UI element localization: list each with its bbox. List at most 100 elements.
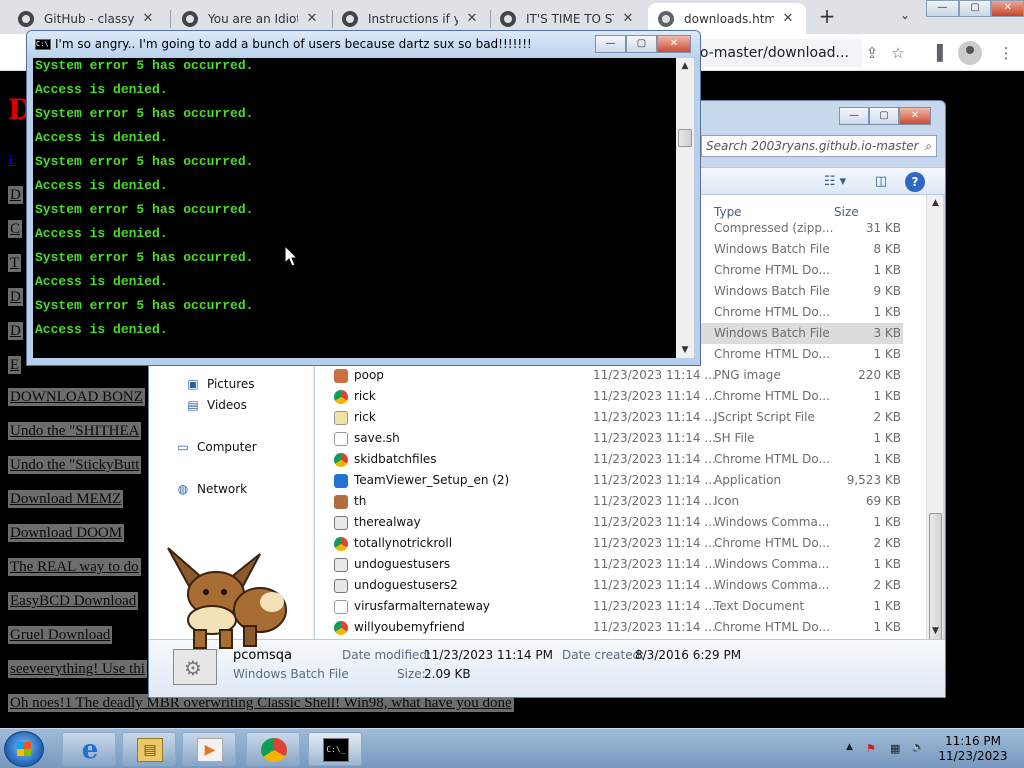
file-row[interactable]: rick 11/23/2023 11:14 ... JScript Script F… <box>331 407 903 428</box>
search-icon[interactable]: ⌕ <box>925 136 932 156</box>
close-button[interactable]: ✕ <box>657 35 691 53</box>
download-link[interactable]: D <box>8 288 23 306</box>
file-type: Windows Comma... <box>714 578 830 592</box>
nav-item-computer[interactable]: ▭ Computer <box>175 440 256 454</box>
new-tab-button[interactable]: + <box>816 6 838 28</box>
help-icon[interactable]: ? <box>905 172 925 192</box>
file-row[interactable]: th 11/23/2023 11:14 ... Icon 69 KB <box>331 491 903 512</box>
download-link[interactable]: The REAL way to do <box>8 558 141 576</box>
download-link[interactable]: D <box>8 186 23 204</box>
file-name: willyoubemyfriend <box>354 620 465 634</box>
show-hidden-icons-icon[interactable]: ▲ <box>846 742 853 752</box>
download-link[interactable]: Undo the "StickyButt <box>8 456 142 474</box>
share-icon[interactable]: ⇪ <box>862 43 882 63</box>
file-row[interactable]: therealway 11/23/2023 11:14 ... Windows Co… <box>331 512 903 533</box>
taskbar-command-prompt[interactable]: C:\_ <box>308 732 362 766</box>
close-icon[interactable]: ✕ <box>304 11 320 26</box>
minimize-button[interactable]: — <box>595 35 626 53</box>
close-button[interactable]: ✕ <box>991 0 1024 17</box>
file-icon <box>334 621 348 635</box>
scroll-up-icon[interactable]: ▲ <box>676 58 694 74</box>
tab-title: You are an Idiot! ( <box>208 11 298 26</box>
clock-date: 11/23/2023 <box>938 749 1008 763</box>
console-output[interactable]: System error 5 has occurred. Access is d… <box>33 58 676 358</box>
detail-file-type: Windows Batch File <box>233 667 349 681</box>
close-icon[interactable]: ✕ <box>780 11 796 26</box>
nav-item-pictures[interactable]: ▣ Pictures <box>185 377 254 391</box>
cmd-title-bar[interactable]: C:\ I'm so angry.. I'm going to add a bu… <box>27 31 700 57</box>
maximize-button[interactable]: ▢ <box>958 0 992 17</box>
file-name: undoguestusers <box>354 557 451 571</box>
scroll-up-icon[interactable]: ▲ <box>927 195 944 211</box>
nav-item-network[interactable]: ◍ Network <box>175 482 247 496</box>
close-icon[interactable]: ✕ <box>620 11 636 26</box>
download-link[interactable]: Download MEMZ <box>8 490 124 508</box>
taskbar: e ▤ ▶ C:\_ ▲ ⚑ ▦ 🔈 11:16 PM 11/23/2023 <box>0 728 1024 768</box>
start-button[interactable] <box>4 731 44 767</box>
file-type: Chrome HTML Do... <box>714 347 830 361</box>
system-clock[interactable]: 11:16 PM 11/23/2023 <box>928 734 1018 764</box>
kebab-menu-icon[interactable]: ⋮ <box>996 43 1016 63</box>
download-link[interactable]: D <box>8 322 23 340</box>
console-scrollbar[interactable]: ▲ ▼ <box>676 58 694 358</box>
file-row[interactable]: undoguestusers 11/23/2023 11:14 ... Window… <box>331 554 903 575</box>
file-row[interactable]: undoguestusers2 11/23/2023 11:14 ... Windo… <box>331 575 903 596</box>
github-icon <box>18 10 34 27</box>
tab-title: IT'S TIME TO STOP <box>526 11 614 26</box>
file-list-scrollbar[interactable]: ▲ ▼ <box>926 195 944 697</box>
file-row[interactable]: willyoubemyfriend 11/23/2023 11:14 ... Chr… <box>331 617 903 638</box>
taskbar-media-player[interactable]: ▶ <box>182 732 236 766</box>
maximize-button[interactable]: ▢ <box>869 107 899 125</box>
file-row[interactable]: save.sh 11/23/2023 11:14 ... SH File 1 KB <box>331 428 903 449</box>
taskbar-file-explorer[interactable]: ▤ <box>122 732 176 766</box>
download-link[interactable]: T <box>8 254 22 272</box>
side-panel-icon[interactable]: ▐ <box>927 43 947 63</box>
file-row[interactable]: poop 11/23/2023 11:14 ... PNG image 220 KB <box>331 365 903 386</box>
nav-item-videos[interactable]: ▤ Videos <box>185 398 247 412</box>
file-size: 1 KB <box>873 431 901 445</box>
detail-modified-value: 11/23/2023 11:14 PM <box>424 648 553 662</box>
download-link[interactable]: Gruel Download <box>8 626 113 644</box>
network-icon[interactable]: ▦ <box>890 742 900 755</box>
download-link[interactable]: C <box>8 220 23 238</box>
scrollbar-thumb[interactable] <box>678 129 692 147</box>
download-link[interactable]: E <box>8 356 22 374</box>
console-line: Access is denied. <box>35 82 168 97</box>
maximize-button[interactable]: ▢ <box>626 35 657 53</box>
column-header-size[interactable]: Size <box>834 205 859 219</box>
scroll-down-icon[interactable]: ▼ <box>676 342 694 358</box>
minimize-button[interactable]: — <box>839 107 869 125</box>
page-link[interactable]: E <box>8 153 17 169</box>
taskbar-chrome[interactable] <box>246 732 300 766</box>
view-options-icon[interactable]: ☷ ▾ <box>817 172 853 192</box>
nav-label: Videos <box>207 398 247 412</box>
download-link[interactable]: DOWNLOAD BONZ <box>8 388 145 406</box>
file-row[interactable]: skidbatchfiles 11/23/2023 11:14 ... Chrome… <box>331 449 903 470</box>
console-line: Access is denied. <box>35 322 168 337</box>
preview-pane-icon[interactable]: ◫ <box>871 172 891 192</box>
download-link[interactable]: Download DOOM <box>8 524 125 542</box>
download-link[interactable]: seeveerything! Use thi <box>8 660 147 678</box>
close-button[interactable]: ✕ <box>899 107 931 125</box>
scroll-down-icon[interactable]: ▼ <box>927 623 944 639</box>
volume-icon[interactable]: 🔈 <box>912 742 924 753</box>
file-row[interactable]: TeamViewer_Setup_en (2) 11/23/2023 11:14 … <box>331 470 903 491</box>
action-center-flag-icon[interactable]: ⚑ <box>866 742 876 755</box>
file-row[interactable]: virusfarmalternateway 11/23/2023 11:14 ..… <box>331 596 903 617</box>
close-icon[interactable]: ✕ <box>464 11 480 26</box>
file-type: Chrome HTML Do... <box>714 305 830 319</box>
tab-search-button[interactable]: ⌄ <box>896 8 914 22</box>
file-row[interactable]: rick 11/23/2023 11:14 ... Chrome HTML Do..… <box>331 386 903 407</box>
close-icon[interactable]: ✕ <box>140 11 156 26</box>
column-header-type[interactable]: Type <box>714 205 742 219</box>
download-link[interactable]: Undo the "SHITHEA <box>8 422 142 440</box>
file-type: JScript Script File <box>714 410 815 424</box>
bookmark-star-icon[interactable]: ☆ <box>888 43 908 63</box>
search-input[interactable]: Search 2003ryans.github.io-master ⌕ <box>701 135 937 157</box>
address-bar[interactable]: io-master/download... <box>690 39 862 67</box>
minimize-button[interactable]: — <box>926 0 959 17</box>
file-row[interactable]: totallynotrickroll 11/23/2023 11:14 ... Ch… <box>331 533 903 554</box>
taskbar-internet-explorer[interactable]: e <box>62 732 116 766</box>
download-link[interactable]: EasyBCD Download <box>8 592 139 610</box>
profile-avatar[interactable] <box>958 41 982 65</box>
